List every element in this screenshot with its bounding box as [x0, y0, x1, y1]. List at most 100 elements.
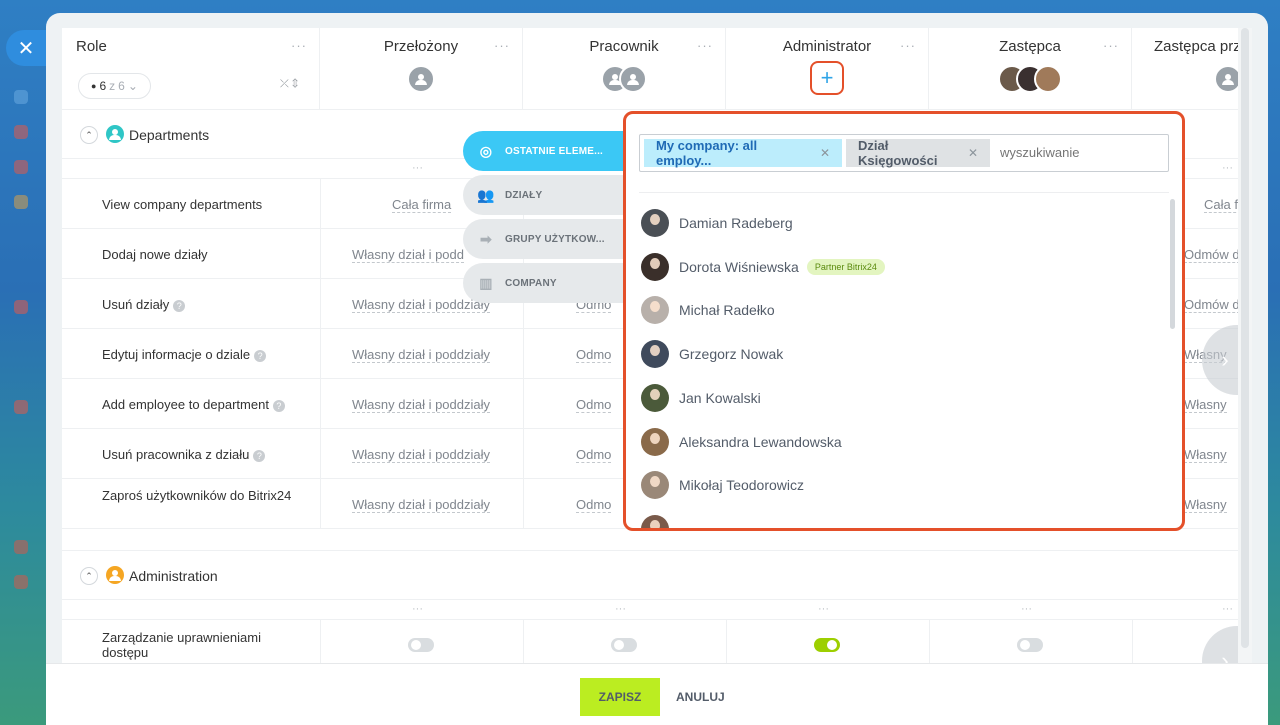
assigned-members[interactable]	[998, 65, 1062, 93]
row-label: View company departments	[102, 197, 302, 212]
close-icon[interactable]: ✕	[968, 146, 978, 160]
permission-value[interactable]: Własny dział i poddziały	[352, 297, 491, 313]
roles-shown-count: 6	[99, 79, 107, 93]
departments-icon: 👥	[477, 186, 495, 203]
permission-value[interactable]: Własny dział i poddziały	[352, 447, 491, 463]
grid-scrollbar[interactable]	[1238, 28, 1252, 663]
row-label-text: Dodaj nowe działy	[102, 247, 208, 262]
scrollbar-thumb[interactable]	[1241, 28, 1249, 648]
permission-value[interactable]: Odmów d	[1184, 297, 1238, 313]
user-avatar	[641, 383, 669, 412]
column-menu-icon[interactable]: ···	[1103, 38, 1119, 53]
help-icon[interactable]: ?	[173, 299, 186, 312]
close-icon[interactable]: ✕	[820, 146, 830, 160]
permission-value[interactable]: Odmo	[576, 447, 612, 463]
user-list-item[interactable]: Michał Radełko	[641, 295, 775, 325]
row-label: Usuń pracownika z działu?	[102, 447, 302, 462]
search-input[interactable]	[1000, 145, 1160, 160]
user-name: Damian Radeberg	[679, 215, 793, 231]
row-label-text: Usuń pracownika z działu	[102, 447, 250, 462]
popup-scrollbar[interactable]	[1170, 199, 1175, 329]
user-list-item[interactable]: Dorota Wiśniewska Partner Bitrix24	[641, 252, 885, 282]
add-member-button[interactable]: +	[810, 61, 844, 95]
row-label: Usuń działy?	[102, 297, 302, 312]
permission-value[interactable]: Cała fi	[1204, 197, 1238, 213]
user-list-item[interactable]: Damian Radeberg	[641, 208, 793, 238]
selected-chip[interactable]: My company: all employ... ✕	[644, 138, 842, 168]
sidebar-app-icon	[14, 90, 28, 104]
tab-user-groups[interactable]: ➡ GRUPY UŻYTKOW...	[463, 219, 633, 259]
collapse-expand-icon[interactable]: ⤫ ⇕	[280, 78, 298, 91]
roles-total-count: 6	[118, 79, 125, 93]
tab-company[interactable]: ▥ COMPANY	[463, 263, 633, 303]
permission-toggle[interactable]	[814, 638, 840, 652]
row-label: Zarządzanie uprawnieniami dostępu	[102, 630, 261, 660]
column-actions-icon[interactable]: ···	[615, 603, 626, 615]
permissions-grid: Role ··· ● 6 z 6 ⌄ ⤫ ⇕ Przełożony ··· Pr…	[62, 28, 1238, 663]
chevron-up-icon[interactable]: ⌃	[80, 126, 98, 144]
permission-value[interactable]: Własny dział i poddziały	[352, 347, 491, 363]
permission-value[interactable]: Własny dział i poddziały	[352, 497, 491, 513]
close-slider-button[interactable]: ✕	[6, 30, 46, 66]
chevron-up-icon[interactable]: ⌃	[80, 567, 98, 585]
users-icon	[109, 129, 121, 140]
permission-value[interactable]: Własny	[1184, 447, 1227, 463]
assigned-members[interactable]	[1214, 65, 1238, 93]
column-header-administrator: Administrator ··· +	[726, 28, 929, 109]
row-label: Add employee to department?	[102, 397, 302, 412]
column-header-przelozony: Przełożony ···	[320, 28, 523, 109]
column-actions-icon[interactable]: ···	[1222, 603, 1233, 615]
permission-value[interactable]: Własny	[1184, 397, 1227, 413]
column-actions-icon[interactable]: ···	[412, 603, 423, 615]
user-avatar	[641, 209, 669, 237]
help-icon[interactable]: ?	[272, 399, 285, 412]
column-menu-icon[interactable]: ···	[494, 38, 510, 53]
sidebar-app-icon	[14, 300, 28, 314]
assigned-members[interactable]	[601, 65, 647, 93]
permission-value[interactable]: Własny dział i poddziały	[352, 397, 491, 413]
tab-recent[interactable]: ◎ OSTATNIE ELEME...	[463, 131, 633, 171]
tab-departments[interactable]: 👥 DZIAŁY	[463, 175, 633, 215]
row-label-text: Edytuj informacje o dziale	[102, 347, 251, 362]
column-menu-icon[interactable]: ···	[697, 38, 713, 53]
user-avatar	[641, 514, 669, 528]
selected-chip[interactable]: Dział Księgowości ✕	[846, 138, 990, 168]
permission-value[interactable]: Odmów d	[1184, 247, 1238, 263]
permission-toggle[interactable]	[408, 638, 434, 652]
group-avatar	[619, 65, 647, 93]
chevron-right-icon: ›	[1221, 648, 1229, 663]
save-button[interactable]: ZAPISZ	[580, 678, 660, 716]
user-list-item[interactable]: Jan Kowalski	[641, 383, 761, 413]
permission-value[interactable]: Odmo	[576, 397, 612, 413]
chevron-right-icon: ›	[1221, 347, 1229, 372]
roles-visibility-selector[interactable]: ● 6 z 6 ⌄	[78, 73, 151, 99]
help-icon[interactable]: ?	[254, 349, 267, 362]
roles-menu-icon[interactable]: ···	[291, 38, 307, 53]
cancel-button[interactable]: ANULUJ	[676, 690, 725, 704]
permission-value[interactable]: Własny	[1184, 497, 1227, 513]
permission-value[interactable]: Odmo	[576, 347, 612, 363]
section-administration[interactable]: ⌃ Administration	[62, 550, 1238, 600]
column-actions-icon[interactable]: ···	[1222, 162, 1233, 174]
help-icon[interactable]: ?	[253, 449, 266, 462]
user-list-item[interactable]: Mikołaj Teodorowicz	[641, 470, 804, 500]
permission-value[interactable]: Własny dział i podd	[352, 247, 464, 263]
user-list-item[interactable]	[641, 514, 679, 528]
column-actions-row: ··· ··· ··· ··· ···	[62, 600, 1238, 620]
column-actions-icon[interactable]: ···	[818, 603, 829, 615]
user-avatar	[641, 427, 669, 456]
column-actions-icon[interactable]: ···	[412, 162, 423, 174]
user-list-item[interactable]: Grzegorz Nowak	[641, 339, 783, 369]
permission-value[interactable]: Odmo	[576, 497, 612, 513]
column-actions-icon[interactable]: ···	[1021, 603, 1032, 615]
selector-search-box[interactable]: My company: all employ... ✕ Dział Księgow…	[639, 134, 1169, 172]
section-title: Administration	[129, 568, 218, 584]
permission-toggle[interactable]	[611, 638, 637, 652]
users-icon	[415, 74, 427, 85]
permission-toggle[interactable]	[1017, 638, 1043, 652]
user-name: Michał Radełko	[679, 302, 775, 319]
column-menu-icon[interactable]: ···	[900, 38, 916, 53]
assigned-members[interactable]	[407, 65, 435, 93]
user-list-item[interactable]: Aleksandra Lewandowska	[641, 427, 842, 457]
permission-value[interactable]: Cała firma	[392, 197, 452, 213]
